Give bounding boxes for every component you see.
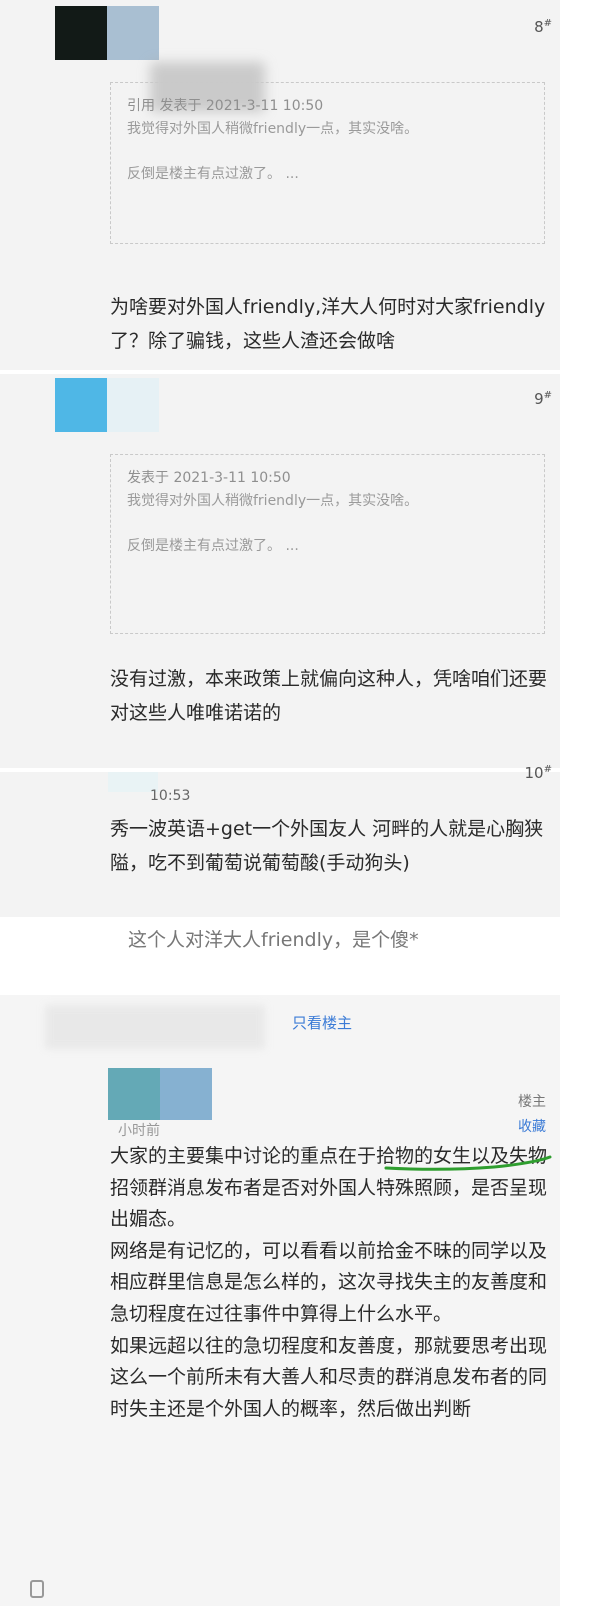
post-time: 小时前 (118, 1123, 160, 1139)
paragraph: 如果远超以往的急切程度和友善度，那就要思考出现这么一个前所未有大善人和尽责的群消… (110, 1334, 548, 1420)
quote-body: 我觉得对外国人稍微friendly一点，其实没啥。 (127, 121, 419, 137)
blurred-header (45, 1005, 265, 1049)
quote-tail: 反倒是楼主有点过激了。 ... (127, 166, 299, 182)
quote-header: 发表于 2021-3-11 10:50 (127, 470, 291, 486)
quote-tail: 反倒是楼主有点过激了。 ... (127, 538, 299, 554)
floor-number: 8# (534, 18, 552, 36)
op-post: 只看楼主 楼主 收藏 小时前 大家的主要集中讨论的重点在于拾物的女生以及失物招领… (0, 995, 560, 1606)
quote-body: 我觉得对外国人稍微friendly一点，其实没啥。 (127, 493, 419, 509)
avatar[interactable] (55, 378, 159, 432)
reply-post-8: 8# 引用 发表于 2021-3-11 10:50 我觉得对外国人稍微frien… (0, 0, 560, 370)
paragraph: 网络是有记忆的，可以看看以前拾金不昧的同学以及相应群里信息是怎么样的，这次寻找失… (110, 1239, 548, 1325)
avatar[interactable] (55, 6, 159, 60)
host-badge: 楼主 (518, 1094, 546, 1110)
post-time: 10:53 (150, 788, 191, 804)
avatar[interactable] (108, 1068, 212, 1120)
quote-box: 引用 发表于 2021-3-11 10:50 我觉得对外国人稍微friendly… (110, 82, 545, 244)
comment-caption: 这个人对洋大人friendly，是个傻* (128, 929, 419, 951)
floor-number: 9# (534, 390, 552, 408)
reply-text: 秀一波英语+get一个外国友人 河畔的人就是心胸狭隘，吃不到葡萄说葡萄酸(手动狗… (110, 818, 544, 874)
reply-text: 为啥要对外国人friendly,洋大人何时对大家friendly了？除了骗钱，这… (110, 296, 546, 352)
floor-number: 10# (524, 764, 552, 782)
page-icon (30, 1580, 44, 1598)
op-post-body: 大家的主要集中讨论的重点在于拾物的女生以及失物招领群消息发布者是否对外国人特殊照… (110, 1141, 550, 1425)
reply-post-9: 9# 发表于 2021-3-11 10:50 我觉得对外国人稍微friendly… (0, 374, 560, 768)
reply-post-10: 10# 10:53 秀一波英语+get一个外国友人 河畔的人就是心胸狭隘，吃不到… (0, 764, 560, 917)
green-underline-annotation (384, 1155, 552, 1171)
quote-header: 引用 发表于 2021-3-11 10:50 (127, 98, 324, 114)
quote-box: 发表于 2021-3-11 10:50 我觉得对外国人稍微friendly一点，… (110, 454, 545, 634)
reply-text: 没有过激，本来政策上就偏向这种人，凭啥咱们还要对这些人唯唯诺诺的 (110, 668, 548, 724)
favorite-button[interactable]: 收藏 (518, 1116, 546, 1136)
only-host-link[interactable]: 只看楼主 (292, 1012, 352, 1033)
